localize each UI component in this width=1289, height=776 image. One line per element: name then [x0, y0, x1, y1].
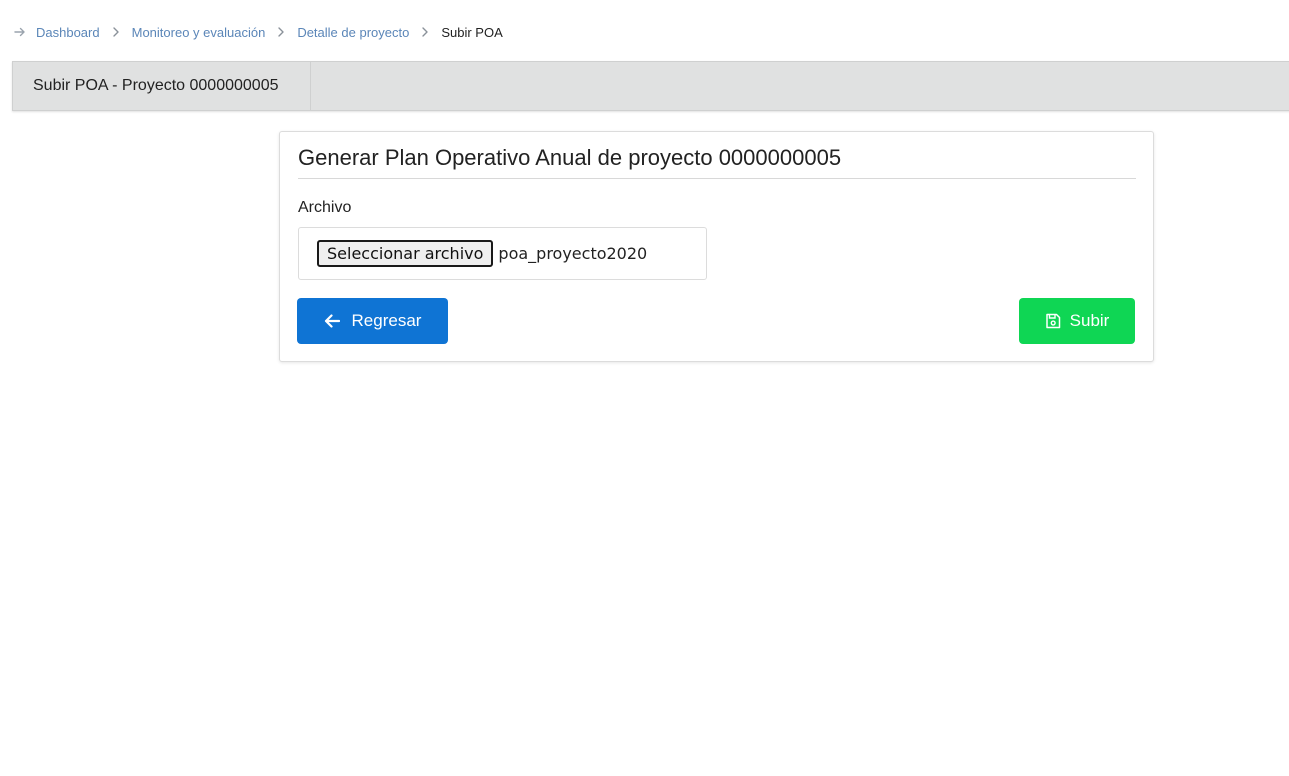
- submit-button-label: Subir: [1069, 311, 1110, 330]
- upload-card: Generar Plan Operativo Anual de proyecto…: [279, 131, 1154, 362]
- tab-bar: Subir POA - Proyecto 0000000005: [12, 61, 1289, 111]
- arrow-right-icon: [14, 26, 26, 38]
- tab-subir-poa[interactable]: Subir POA - Proyecto 0000000005: [13, 62, 311, 110]
- file-field-label: Archivo: [298, 199, 352, 216]
- choose-file-button[interactable]: Seleccionar archivo: [317, 240, 494, 267]
- breadcrumb-monitoreo[interactable]: Monitoreo y evaluación: [132, 25, 266, 40]
- chevron-right-icon: [421, 26, 430, 38]
- chevron-right-icon: [112, 26, 121, 38]
- breadcrumb-dashboard[interactable]: Dashboard: [36, 25, 100, 40]
- submit-button[interactable]: Subir: [1019, 298, 1135, 344]
- file-input[interactable]: Seleccionar archivo poa_proyecto2020: [298, 227, 707, 280]
- breadcrumb-detalle-proyecto[interactable]: Detalle de proyecto: [297, 25, 409, 40]
- breadcrumb-current: Subir POA: [441, 24, 503, 40]
- selected-file-name: poa_proyecto2020: [498, 244, 648, 263]
- breadcrumb: Dashboard Monitoreo y evaluación Detalle…: [14, 22, 503, 42]
- card-title: Generar Plan Operativo Anual de proyecto…: [298, 145, 842, 170]
- back-button[interactable]: Regresar: [297, 298, 448, 344]
- chevron-right-icon: [277, 26, 286, 38]
- floppy-disk-icon: [1045, 313, 1061, 329]
- divider: [298, 178, 1136, 179]
- arrow-left-icon: [324, 314, 340, 328]
- back-button-label: Regresar: [351, 311, 422, 330]
